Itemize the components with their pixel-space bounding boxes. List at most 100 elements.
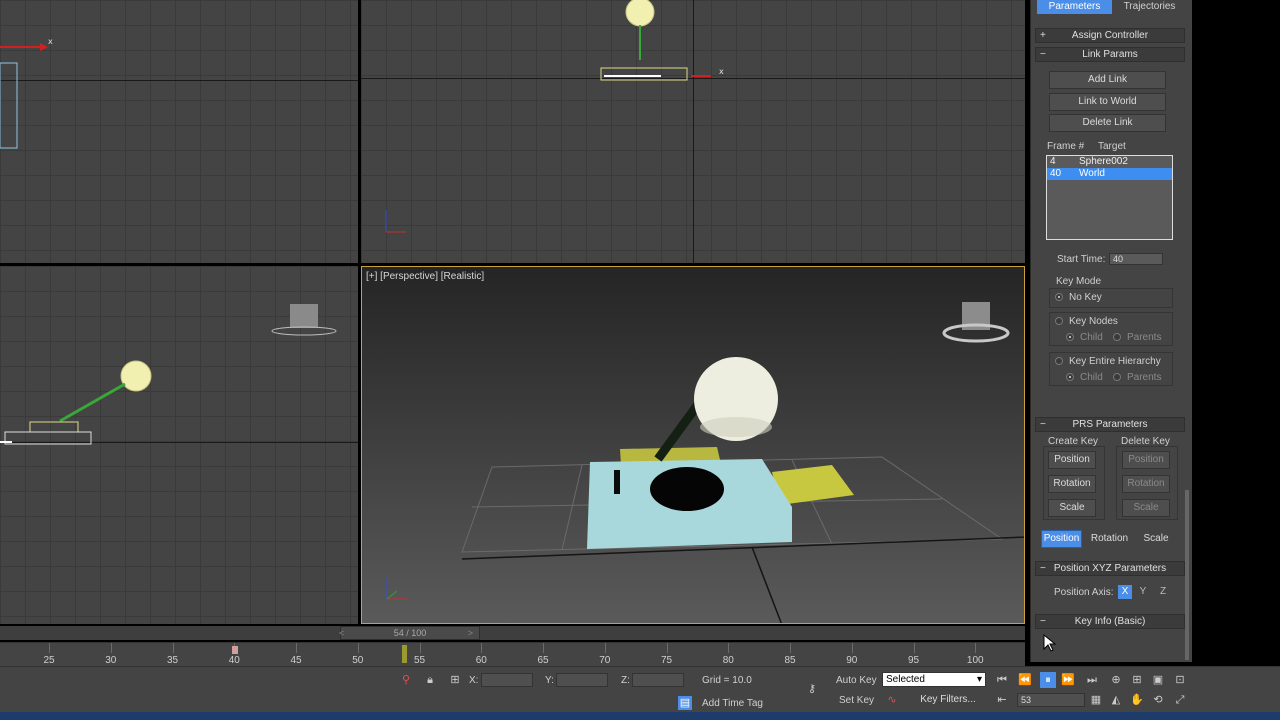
set-key-button[interactable]: Set Key: [839, 695, 874, 706]
list-item[interactable]: 4 Sphere002: [1047, 156, 1172, 168]
maximize-viewport-icon[interactable]: ⤢: [1172, 692, 1188, 708]
transform-mode-icon[interactable]: ⊞: [447, 672, 463, 688]
chevron-down-icon: ▾: [976, 674, 982, 685]
rollout-prs-parameters[interactable]: − PRS Parameters: [1035, 417, 1185, 432]
pin-icon[interactable]: ⚲: [398, 672, 414, 688]
rollout-link-params[interactable]: − Link Params: [1035, 47, 1185, 62]
previous-frame-icon[interactable]: ⏪: [1017, 672, 1033, 688]
delete-link-button[interactable]: Delete Link: [1049, 114, 1166, 132]
key-mode-toggle-icon[interactable]: ⇤: [994, 692, 1010, 708]
tick-label: 65: [537, 655, 549, 666]
y-coord-field[interactable]: [556, 673, 608, 687]
list-item-selected[interactable]: 40 World: [1047, 168, 1172, 180]
go-to-start-icon[interactable]: ⏮: [994, 672, 1010, 688]
current-frame-field[interactable]: 53: [1017, 693, 1085, 707]
create-scale-key-button[interactable]: Scale: [1048, 499, 1096, 517]
zoom-extents-icon[interactable]: ▣: [1150, 672, 1166, 688]
tick-mark: [790, 643, 791, 653]
selection-set-dropdown[interactable]: Selected ▾: [882, 672, 986, 687]
tick-mark: [49, 643, 50, 653]
key-nodes-child-label: Child: [1080, 332, 1103, 343]
link-to-world-button[interactable]: Link to World: [1049, 93, 1166, 111]
key-marker[interactable]: [232, 646, 238, 654]
time-tag-icon[interactable]: ▤: [678, 696, 692, 710]
command-panel-scrollbar[interactable]: [1185, 490, 1189, 660]
viewport-perspective[interactable]: [+] [Perspective] [Realistic]: [361, 266, 1025, 624]
next-frame-icon[interactable]: ⏩: [1060, 672, 1076, 688]
prev-frame-icon[interactable]: <: [339, 627, 344, 639]
time-config-icon[interactable]: ▦: [1088, 692, 1104, 708]
tick-mark: [666, 643, 668, 653]
tick-mark: [543, 643, 544, 653]
key-entire-parents-radio[interactable]: [1113, 373, 1121, 381]
tab-parameters[interactable]: Parameters: [1037, 0, 1112, 14]
time-slider[interactable]: < 54 / 100 >: [0, 626, 1025, 640]
key-nodes-parents-label: Parents: [1127, 332, 1162, 343]
tab-trajectories[interactable]: Trajectories: [1112, 0, 1187, 14]
list-item-target: World: [1079, 168, 1105, 179]
auto-key-button[interactable]: Auto Key: [836, 675, 877, 686]
perspective-scene: [386, 302, 1024, 623]
x-coord-field[interactable]: [481, 673, 533, 687]
tick-mark: [296, 643, 297, 653]
no-key-radio[interactable]: [1055, 293, 1063, 301]
tick-label: 95: [907, 655, 920, 666]
viewport-top-left[interactable]: x: [0, 0, 358, 263]
axis-y-button[interactable]: Y: [1136, 585, 1150, 599]
go-to-end-icon[interactable]: ⏭: [1084, 672, 1100, 688]
tick-label: 60: [475, 655, 487, 666]
key-entire-radio[interactable]: [1055, 357, 1063, 365]
rollout-position-xyz[interactable]: − Position XYZ Parameters: [1035, 561, 1185, 576]
collapse-icon: −: [1040, 419, 1046, 430]
field-of-view-icon[interactable]: ◭: [1108, 692, 1124, 708]
mouse-cursor-icon: [1043, 634, 1057, 652]
play-icon[interactable]: ⏸: [1040, 672, 1056, 688]
viewport-bottom-left[interactable]: [0, 266, 358, 624]
lock-icon[interactable]: 🔒︎: [422, 672, 438, 688]
rollout-assign-controller[interactable]: + Assign Controller: [1035, 28, 1185, 43]
create-position-key-button[interactable]: Position: [1048, 451, 1096, 469]
pan-icon[interactable]: ✋: [1129, 692, 1145, 708]
rotation-tab-button[interactable]: Rotation: [1086, 530, 1133, 548]
zoom-all-icon[interactable]: ⊞: [1129, 672, 1145, 688]
scale-tab-button[interactable]: Scale: [1137, 530, 1175, 548]
axis-z-button[interactable]: Z: [1156, 585, 1170, 599]
key-icon[interactable]: ⚷: [800, 681, 824, 697]
trackbar[interactable]: 25 30 35 40 45 50 55 60 65 70 75 80 85 90 95 100: [0, 642, 1025, 666]
zoom-extents-all-icon[interactable]: ⊡: [1172, 672, 1188, 688]
key-filters-button[interactable]: Key Filters...: [910, 692, 986, 708]
tick-label: 50: [352, 655, 364, 666]
position-tab-button[interactable]: Position: [1041, 530, 1082, 548]
delete-position-key-button[interactable]: Position: [1122, 451, 1170, 469]
curve-icon[interactable]: ∿: [884, 692, 900, 708]
link-list[interactable]: 4 Sphere002 40 World: [1046, 155, 1173, 240]
create-rotation-key-button[interactable]: Rotation: [1048, 475, 1096, 493]
viewport-top-right[interactable]: x: [361, 0, 1025, 263]
time-slider-thumb[interactable]: < 54 / 100 >: [339, 626, 480, 640]
z-coord-field[interactable]: [632, 673, 684, 687]
key-nodes-radio[interactable]: [1055, 317, 1063, 325]
tick-mark: [419, 643, 421, 653]
expand-icon: +: [1040, 30, 1046, 41]
delete-rotation-key-button[interactable]: Rotation: [1122, 475, 1170, 493]
zoom-icon[interactable]: ⊕: [1108, 672, 1124, 688]
next-frame-icon[interactable]: >: [468, 627, 473, 639]
collapse-icon: −: [1040, 616, 1046, 627]
key-entire-child-label: Child: [1080, 372, 1103, 383]
rollout-title: Key Info (Basic): [1074, 616, 1146, 627]
key-nodes-parents-radio[interactable]: [1113, 333, 1121, 341]
key-nodes-child-radio[interactable]: [1066, 333, 1074, 341]
list-header-frame: Frame #: [1047, 141, 1085, 152]
start-time-label: Start Time:: [1057, 254, 1106, 265]
orbit-icon[interactable]: ⟲: [1150, 692, 1166, 708]
axis-x-button[interactable]: X: [1118, 585, 1132, 599]
tick-label: 80: [722, 655, 734, 666]
tick-label: 85: [784, 655, 796, 666]
time-cursor[interactable]: [402, 645, 407, 663]
start-time-spinner[interactable]: 40: [1109, 253, 1163, 265]
add-link-button[interactable]: Add Link: [1049, 71, 1166, 89]
add-time-tag-button[interactable]: Add Time Tag: [702, 698, 763, 709]
key-entire-child-radio[interactable]: [1066, 373, 1074, 381]
rollout-key-info[interactable]: − Key Info (Basic): [1035, 614, 1185, 629]
delete-scale-key-button[interactable]: Scale: [1122, 499, 1170, 517]
